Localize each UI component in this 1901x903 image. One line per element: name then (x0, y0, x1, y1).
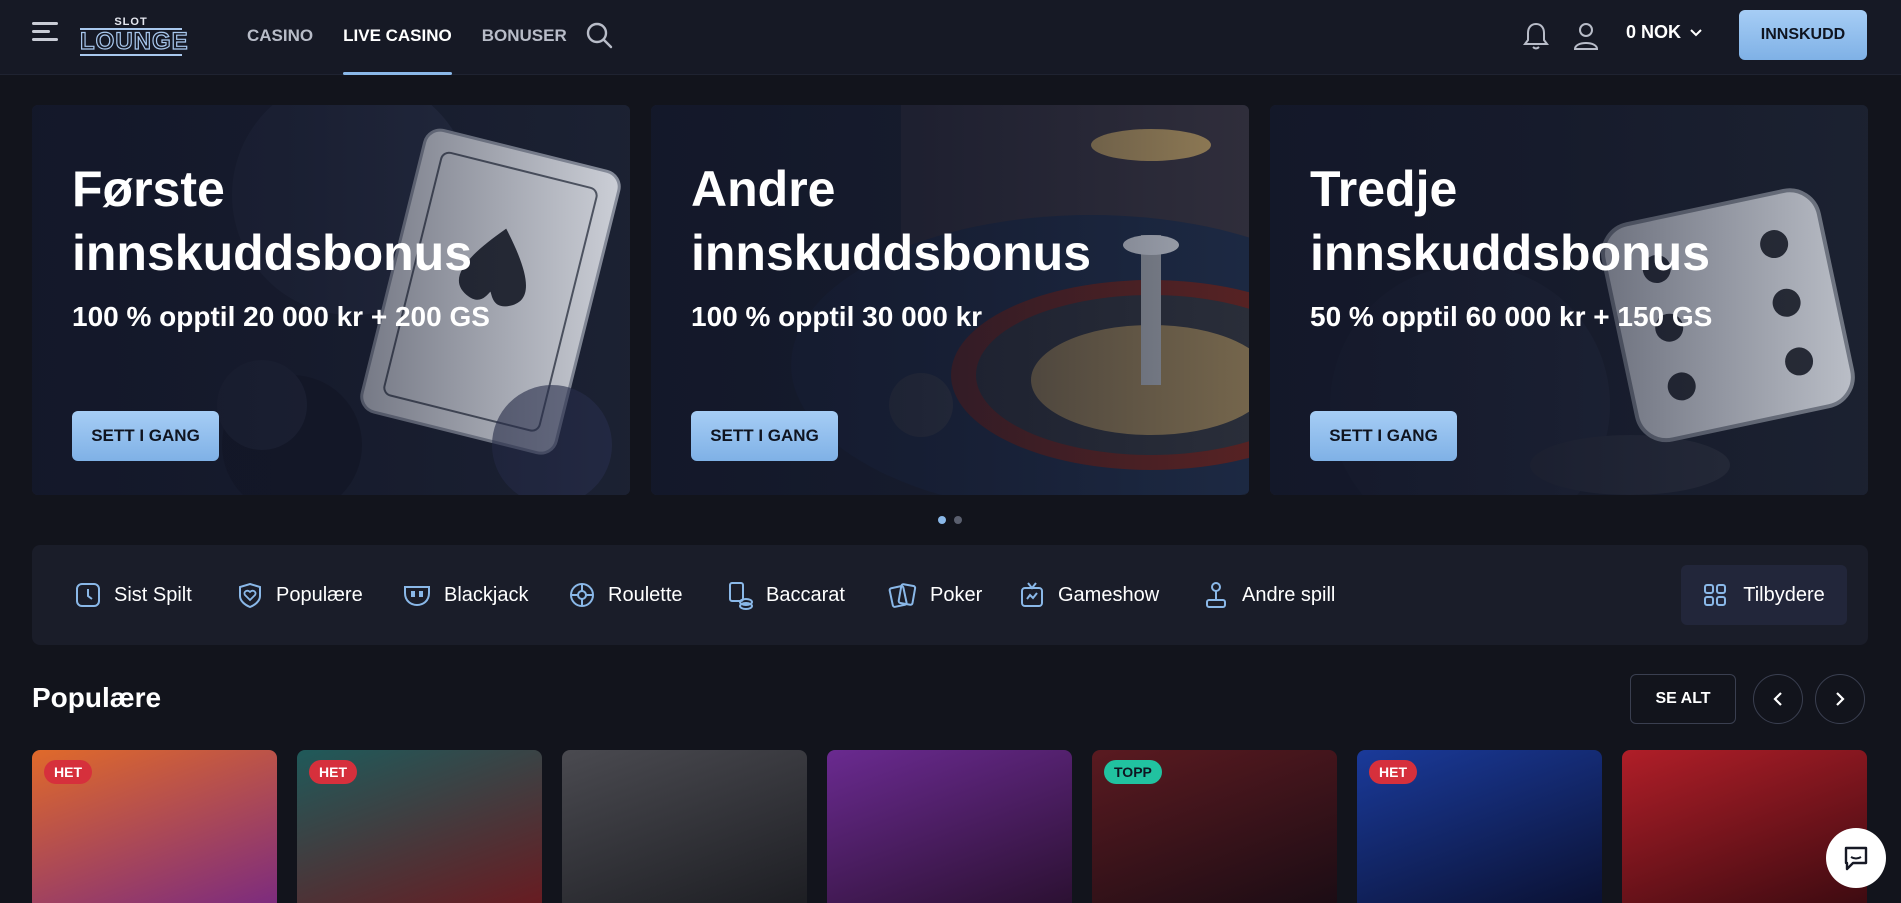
category-gameshow[interactable]: Gameshow (1018, 575, 1159, 615)
search-icon[interactable] (584, 20, 614, 50)
carousel-dot-2[interactable] (954, 516, 962, 524)
banner-title: Tredje innskuddsbonus (1310, 161, 1710, 281)
banner-cta-button[interactable]: SETT I GANG (691, 411, 838, 461)
category-label: Sist Spilt (114, 583, 192, 606)
deposit-button[interactable]: INNSKUDD (1739, 10, 1867, 60)
category-poker[interactable]: Poker (888, 575, 982, 615)
nav-live-casino[interactable]: LIVE CASINO (343, 0, 452, 75)
see-all-button[interactable]: SE ALT (1630, 674, 1736, 724)
logo-top-text: SLOT (114, 16, 148, 28)
blackjack-icon (404, 586, 430, 607)
carousel-dot-1[interactable] (938, 516, 946, 524)
providers-button[interactable]: Tilbydere (1681, 565, 1847, 625)
nav-bonuser[interactable]: BONUSER (482, 0, 567, 75)
category-label: Baccarat (766, 583, 845, 606)
category-label: Andre spill (1242, 583, 1336, 606)
bonus-banner-1[interactable]: Første innskuddsbonus 100 % opptil 20 00… (32, 105, 630, 495)
banner-title: Andre innskuddsbonus (691, 161, 1091, 281)
hamburger-menu-icon[interactable] (32, 22, 62, 48)
next-button[interactable] (1815, 674, 1865, 724)
game-tile[interactable]: TOPP (1092, 750, 1337, 903)
top-badge: TOPP (1104, 760, 1162, 784)
category-blackjack[interactable]: Blackjack (402, 575, 528, 615)
bonus-banner-2[interactable]: Andre innskuddsbonus 100 % opptil 30 000… (651, 105, 1249, 495)
hot-badge: HET (309, 760, 357, 784)
baccarat-icon (729, 582, 753, 610)
top-header: SLOT LOUNGE CASINO LIVE CASINO BONUSER 0… (0, 0, 1901, 75)
user-icon[interactable] (1572, 20, 1600, 52)
game-tile[interactable] (1622, 750, 1867, 903)
game-tile[interactable] (562, 750, 807, 903)
logo-main-text: LOUNGE (79, 28, 189, 56)
chat-icon[interactable] (1826, 828, 1886, 888)
banner-cta-button[interactable]: SETT I GANG (1310, 411, 1457, 461)
category-roulette[interactable]: Roulette (568, 575, 683, 615)
heart-shield-icon (239, 582, 261, 609)
category-sist-spilt[interactable]: Sist Spilt (74, 575, 192, 615)
providers-label: Tilbydere (1743, 583, 1825, 606)
banner-title: Første innskuddsbonus (72, 161, 472, 281)
grid-icon (1704, 584, 1727, 606)
balance-value: 0 NOK (1626, 22, 1682, 42)
balance-dropdown[interactable]: 0 NOK (1626, 22, 1703, 43)
chevron-right-icon (1836, 692, 1845, 706)
prev-button[interactable] (1753, 674, 1803, 724)
tv-icon (1021, 582, 1043, 607)
roulette-icon (570, 583, 594, 607)
category-andre-spill[interactable]: Andre spill (1202, 575, 1335, 615)
section-title: Populære (32, 682, 162, 713)
poker-cards-icon (888, 583, 917, 608)
game-tile[interactable] (827, 750, 1072, 903)
banner-subtitle: 50 % opptil 60 000 kr + 150 GS (1310, 301, 1713, 332)
category-label: Roulette (608, 583, 683, 606)
banner-subtitle: 100 % opptil 30 000 kr (691, 301, 983, 332)
carousel-dots (938, 516, 962, 524)
chevron-left-icon (1773, 692, 1782, 706)
category-baccarat[interactable]: Baccarat (726, 575, 845, 615)
game-tile[interactable]: HET (32, 750, 277, 903)
banner-subtitle: 100 % opptil 20 000 kr + 200 GS (72, 301, 490, 332)
category-label: Gameshow (1058, 583, 1160, 606)
logo[interactable]: SLOT LOUNGE (79, 16, 189, 56)
category-populaere[interactable]: Populære (236, 575, 363, 615)
game-tile[interactable]: HET (297, 750, 542, 903)
chevron-down-icon (1690, 28, 1702, 36)
nav-casino[interactable]: CASINO (247, 0, 313, 75)
category-label: Poker (930, 583, 983, 606)
main-nav: CASINO LIVE CASINO BONUSER (247, 0, 597, 75)
hot-badge: HET (44, 760, 92, 784)
hot-badge: HET (1369, 760, 1417, 784)
banner-cta-button[interactable]: SETT I GANG (72, 411, 219, 461)
game-tile[interactable]: HET (1357, 750, 1602, 903)
bell-icon[interactable] (1522, 20, 1552, 52)
clock-icon (76, 583, 100, 607)
category-bar: Sist Spilt Populære Blackjack Roulette B… (32, 545, 1868, 645)
category-label: Populære (276, 583, 363, 606)
bonus-banner-3[interactable]: Tredje innskuddsbonus 50 % opptil 60 000… (1270, 105, 1868, 495)
category-label: Blackjack (444, 583, 529, 606)
joystick-icon (1206, 582, 1226, 608)
